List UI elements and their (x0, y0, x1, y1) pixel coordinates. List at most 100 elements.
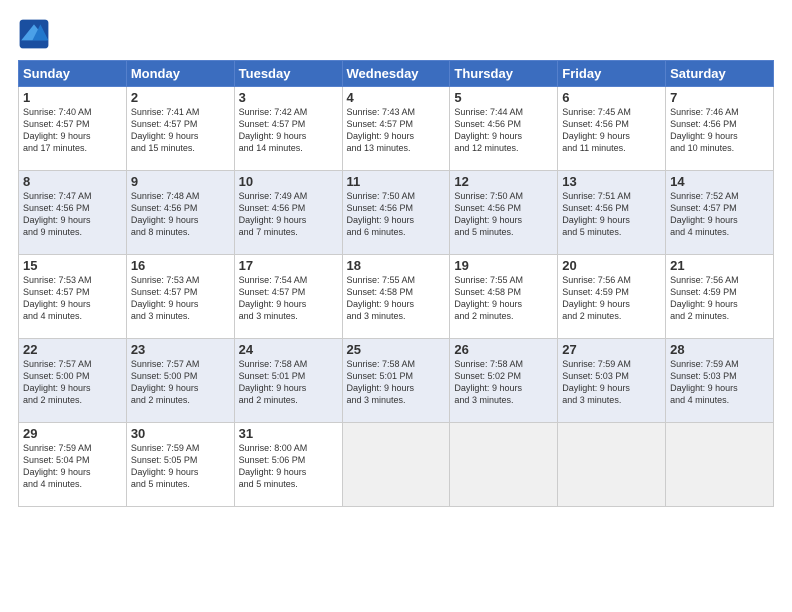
page: SundayMondayTuesdayWednesdayThursdayFrid… (0, 0, 792, 612)
calendar-cell: 24Sunrise: 7:58 AM Sunset: 5:01 PM Dayli… (234, 339, 342, 423)
day-info: Sunrise: 7:48 AM Sunset: 4:56 PM Dayligh… (131, 190, 230, 239)
day-number: 19 (454, 258, 553, 273)
calendar-cell: 23Sunrise: 7:57 AM Sunset: 5:00 PM Dayli… (126, 339, 234, 423)
calendar-week-3: 22Sunrise: 7:57 AM Sunset: 5:00 PM Dayli… (19, 339, 774, 423)
day-number: 9 (131, 174, 230, 189)
day-info: Sunrise: 7:45 AM Sunset: 4:56 PM Dayligh… (562, 106, 661, 155)
day-number: 7 (670, 90, 769, 105)
day-number: 27 (562, 342, 661, 357)
calendar-cell: 9Sunrise: 7:48 AM Sunset: 4:56 PM Daylig… (126, 171, 234, 255)
day-info: Sunrise: 7:56 AM Sunset: 4:59 PM Dayligh… (670, 274, 769, 323)
weekday-header-saturday: Saturday (666, 61, 774, 87)
calendar-cell (558, 423, 666, 507)
weekday-header-thursday: Thursday (450, 61, 558, 87)
calendar-cell: 7Sunrise: 7:46 AM Sunset: 4:56 PM Daylig… (666, 87, 774, 171)
logo-icon (18, 18, 50, 50)
day-info: Sunrise: 7:53 AM Sunset: 4:57 PM Dayligh… (23, 274, 122, 323)
day-info: Sunrise: 7:51 AM Sunset: 4:56 PM Dayligh… (562, 190, 661, 239)
weekday-header-wednesday: Wednesday (342, 61, 450, 87)
day-info: Sunrise: 7:46 AM Sunset: 4:56 PM Dayligh… (670, 106, 769, 155)
weekday-header-friday: Friday (558, 61, 666, 87)
day-number: 24 (239, 342, 338, 357)
day-info: Sunrise: 7:55 AM Sunset: 4:58 PM Dayligh… (454, 274, 553, 323)
day-info: Sunrise: 7:56 AM Sunset: 4:59 PM Dayligh… (562, 274, 661, 323)
calendar-cell: 26Sunrise: 7:58 AM Sunset: 5:02 PM Dayli… (450, 339, 558, 423)
day-number: 22 (23, 342, 122, 357)
calendar-cell (450, 423, 558, 507)
day-info: Sunrise: 7:58 AM Sunset: 5:02 PM Dayligh… (454, 358, 553, 407)
calendar-week-0: 1Sunrise: 7:40 AM Sunset: 4:57 PM Daylig… (19, 87, 774, 171)
day-info: Sunrise: 7:57 AM Sunset: 5:00 PM Dayligh… (23, 358, 122, 407)
day-info: Sunrise: 7:59 AM Sunset: 5:04 PM Dayligh… (23, 442, 122, 491)
day-info: Sunrise: 7:41 AM Sunset: 4:57 PM Dayligh… (131, 106, 230, 155)
calendar: SundayMondayTuesdayWednesdayThursdayFrid… (18, 60, 774, 507)
calendar-cell: 17Sunrise: 7:54 AM Sunset: 4:57 PM Dayli… (234, 255, 342, 339)
calendar-cell: 1Sunrise: 7:40 AM Sunset: 4:57 PM Daylig… (19, 87, 127, 171)
day-info: Sunrise: 7:40 AM Sunset: 4:57 PM Dayligh… (23, 106, 122, 155)
day-info: Sunrise: 8:00 AM Sunset: 5:06 PM Dayligh… (239, 442, 338, 491)
day-number: 6 (562, 90, 661, 105)
day-number: 4 (347, 90, 446, 105)
header (18, 18, 774, 50)
day-number: 13 (562, 174, 661, 189)
day-number: 12 (454, 174, 553, 189)
day-number: 26 (454, 342, 553, 357)
day-number: 10 (239, 174, 338, 189)
day-info: Sunrise: 7:53 AM Sunset: 4:57 PM Dayligh… (131, 274, 230, 323)
day-number: 8 (23, 174, 122, 189)
day-number: 16 (131, 258, 230, 273)
calendar-cell: 29Sunrise: 7:59 AM Sunset: 5:04 PM Dayli… (19, 423, 127, 507)
calendar-cell (666, 423, 774, 507)
day-info: Sunrise: 7:43 AM Sunset: 4:57 PM Dayligh… (347, 106, 446, 155)
calendar-cell: 11Sunrise: 7:50 AM Sunset: 4:56 PM Dayli… (342, 171, 450, 255)
calendar-cell: 20Sunrise: 7:56 AM Sunset: 4:59 PM Dayli… (558, 255, 666, 339)
calendar-cell: 13Sunrise: 7:51 AM Sunset: 4:56 PM Dayli… (558, 171, 666, 255)
day-number: 25 (347, 342, 446, 357)
calendar-cell: 28Sunrise: 7:59 AM Sunset: 5:03 PM Dayli… (666, 339, 774, 423)
weekday-header-sunday: Sunday (19, 61, 127, 87)
day-number: 2 (131, 90, 230, 105)
calendar-week-1: 8Sunrise: 7:47 AM Sunset: 4:56 PM Daylig… (19, 171, 774, 255)
weekday-header-monday: Monday (126, 61, 234, 87)
calendar-cell: 2Sunrise: 7:41 AM Sunset: 4:57 PM Daylig… (126, 87, 234, 171)
day-info: Sunrise: 7:52 AM Sunset: 4:57 PM Dayligh… (670, 190, 769, 239)
calendar-cell: 14Sunrise: 7:52 AM Sunset: 4:57 PM Dayli… (666, 171, 774, 255)
calendar-cell: 16Sunrise: 7:53 AM Sunset: 4:57 PM Dayli… (126, 255, 234, 339)
day-number: 5 (454, 90, 553, 105)
day-info: Sunrise: 7:49 AM Sunset: 4:56 PM Dayligh… (239, 190, 338, 239)
day-number: 15 (23, 258, 122, 273)
day-number: 18 (347, 258, 446, 273)
day-info: Sunrise: 7:59 AM Sunset: 5:03 PM Dayligh… (670, 358, 769, 407)
day-number: 20 (562, 258, 661, 273)
day-number: 3 (239, 90, 338, 105)
day-info: Sunrise: 7:44 AM Sunset: 4:56 PM Dayligh… (454, 106, 553, 155)
calendar-cell: 12Sunrise: 7:50 AM Sunset: 4:56 PM Dayli… (450, 171, 558, 255)
day-info: Sunrise: 7:59 AM Sunset: 5:03 PM Dayligh… (562, 358, 661, 407)
calendar-cell: 25Sunrise: 7:58 AM Sunset: 5:01 PM Dayli… (342, 339, 450, 423)
day-number: 14 (670, 174, 769, 189)
calendar-cell: 3Sunrise: 7:42 AM Sunset: 4:57 PM Daylig… (234, 87, 342, 171)
weekday-header-row: SundayMondayTuesdayWednesdayThursdayFrid… (19, 61, 774, 87)
calendar-week-2: 15Sunrise: 7:53 AM Sunset: 4:57 PM Dayli… (19, 255, 774, 339)
calendar-cell: 31Sunrise: 8:00 AM Sunset: 5:06 PM Dayli… (234, 423, 342, 507)
day-number: 17 (239, 258, 338, 273)
calendar-cell: 30Sunrise: 7:59 AM Sunset: 5:05 PM Dayli… (126, 423, 234, 507)
day-info: Sunrise: 7:57 AM Sunset: 5:00 PM Dayligh… (131, 358, 230, 407)
calendar-cell: 21Sunrise: 7:56 AM Sunset: 4:59 PM Dayli… (666, 255, 774, 339)
day-number: 11 (347, 174, 446, 189)
day-number: 28 (670, 342, 769, 357)
day-info: Sunrise: 7:58 AM Sunset: 5:01 PM Dayligh… (347, 358, 446, 407)
calendar-cell: 5Sunrise: 7:44 AM Sunset: 4:56 PM Daylig… (450, 87, 558, 171)
calendar-cell: 19Sunrise: 7:55 AM Sunset: 4:58 PM Dayli… (450, 255, 558, 339)
day-info: Sunrise: 7:59 AM Sunset: 5:05 PM Dayligh… (131, 442, 230, 491)
day-number: 1 (23, 90, 122, 105)
calendar-cell: 27Sunrise: 7:59 AM Sunset: 5:03 PM Dayli… (558, 339, 666, 423)
calendar-cell: 15Sunrise: 7:53 AM Sunset: 4:57 PM Dayli… (19, 255, 127, 339)
day-number: 29 (23, 426, 122, 441)
calendar-week-4: 29Sunrise: 7:59 AM Sunset: 5:04 PM Dayli… (19, 423, 774, 507)
calendar-cell: 8Sunrise: 7:47 AM Sunset: 4:56 PM Daylig… (19, 171, 127, 255)
day-info: Sunrise: 7:50 AM Sunset: 4:56 PM Dayligh… (347, 190, 446, 239)
calendar-cell: 18Sunrise: 7:55 AM Sunset: 4:58 PM Dayli… (342, 255, 450, 339)
weekday-header-tuesday: Tuesday (234, 61, 342, 87)
day-info: Sunrise: 7:42 AM Sunset: 4:57 PM Dayligh… (239, 106, 338, 155)
